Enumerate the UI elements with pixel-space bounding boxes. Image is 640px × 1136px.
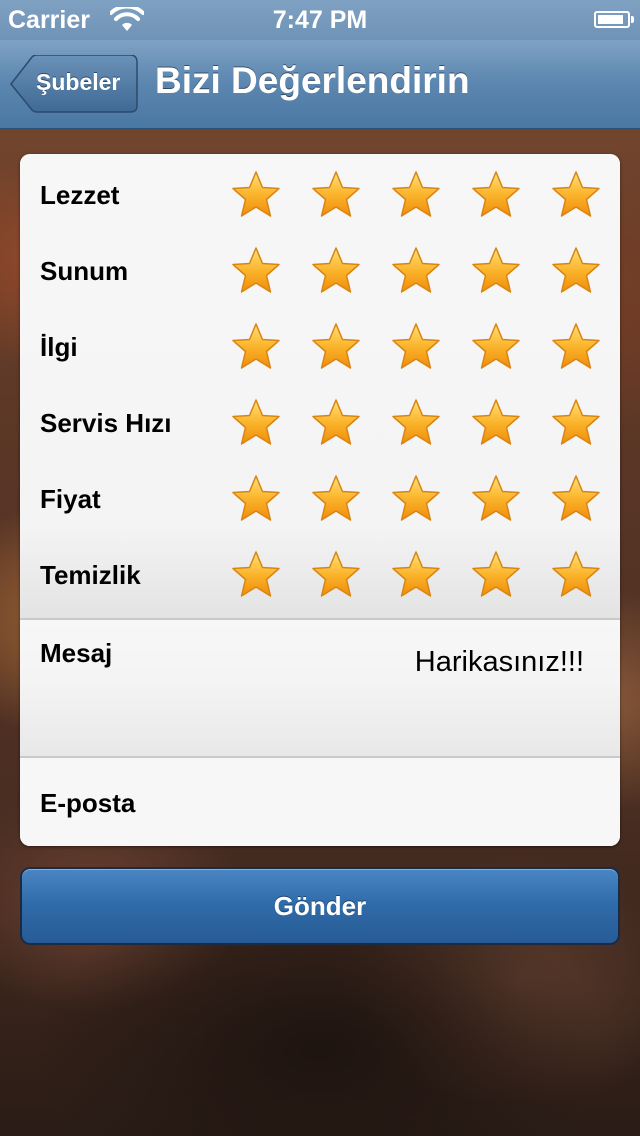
star-icon[interactable] [550,397,602,449]
star-icon[interactable] [230,473,282,525]
rating-label: Temizlik [40,560,141,590]
send-button-label: Gönder [273,891,367,921]
star-icon[interactable] [390,549,442,601]
star-icon[interactable] [390,245,442,297]
star-icon[interactable] [230,169,282,221]
star-icon[interactable] [550,245,602,297]
rating-label: İlgi [40,332,78,362]
clock: 7:47 PM [272,6,368,34]
star-icon[interactable] [310,321,362,373]
message-label: Mesaj [40,638,113,668]
star-icon[interactable] [470,321,522,373]
rating-row: Servis Hızı [20,384,620,460]
star-icon[interactable] [310,245,362,297]
star-icon[interactable] [470,397,522,449]
message-field[interactable]: Mesaj Harikasınız!!! [20,620,620,758]
star-icon[interactable] [550,321,602,373]
battery-level [598,15,623,24]
rating-row: Sunum [20,232,620,308]
message-input[interactable]: Harikasınız!!! [415,646,584,679]
star-icon[interactable] [390,397,442,449]
star-icon[interactable] [230,321,282,373]
star-icon[interactable] [310,549,362,601]
page-title: Bizi Değerlendirin [155,60,470,101]
rating-label: Servis Hızı [40,408,172,438]
rating-label: Fiyat [40,484,101,514]
star-icon[interactable] [230,245,282,297]
star-icon[interactable] [230,397,282,449]
rating-row: İlgi [20,308,620,384]
battery-icon [594,11,634,28]
rating-form: Lezzet Sunum İlgi Servis Hızı Fiyat Temizlik … [20,154,620,846]
star-icon[interactable] [310,169,362,221]
star-icon[interactable] [550,549,602,601]
star-icon[interactable] [550,169,602,221]
star-icon[interactable] [310,473,362,525]
rating-row: Fiyat [20,460,620,536]
email-label: E-posta [40,788,136,818]
star-icon[interactable] [390,473,442,525]
star-icon[interactable] [230,549,282,601]
rating-row: Temizlik [20,536,620,612]
send-button[interactable]: Gönder [20,867,620,945]
rating-label: Lezzet [40,180,120,210]
star-icon[interactable] [550,473,602,525]
star-icon[interactable] [470,245,522,297]
email-input[interactable] [180,772,600,828]
rating-row: Lezzet [20,156,620,232]
star-icon[interactable] [470,549,522,601]
star-icon[interactable] [310,397,362,449]
back-button-label: Şubeler [36,69,121,95]
rating-label: Sunum [40,256,129,286]
status-bar: Carrier 7:47 PM [0,0,640,40]
star-icon[interactable] [390,321,442,373]
email-row: E-posta [20,758,620,846]
rating-list: Lezzet Sunum İlgi Servis Hızı Fiyat Temizlik [20,154,620,620]
navigation-bar: Şubeler Bizi Değerlendirin [0,40,640,129]
star-icon[interactable] [470,169,522,221]
star-icon[interactable] [470,473,522,525]
star-icon[interactable] [390,169,442,221]
